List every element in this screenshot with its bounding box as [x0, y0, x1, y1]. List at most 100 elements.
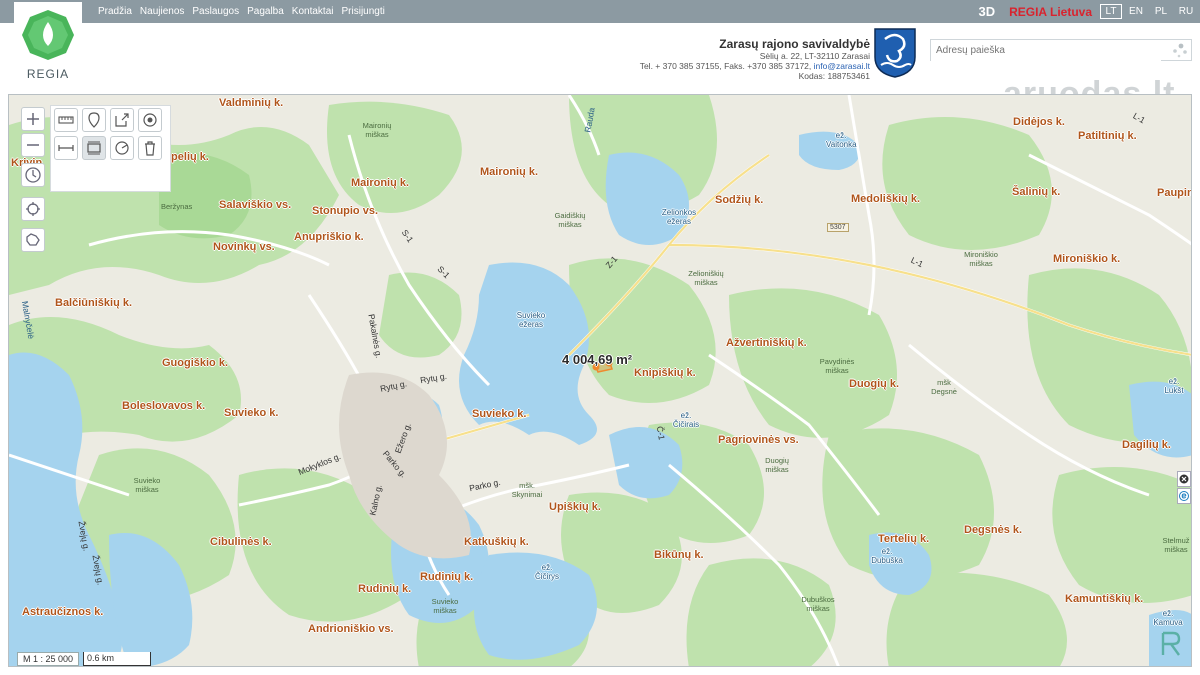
village-label: Tertelių k. — [878, 533, 930, 545]
village-label: Balčiūniškių k. — [55, 297, 133, 309]
line-measure-icon — [58, 145, 74, 151]
village-label: Upiškių k. — [549, 501, 601, 513]
village-label: Dagilių k. — [1122, 439, 1171, 451]
village-label: Rudinių k. — [420, 571, 474, 583]
forest-label: Dubuškos miškas — [801, 595, 835, 613]
water-label: Zelionkos ežeras — [661, 208, 697, 226]
language-en[interactable]: EN — [1125, 6, 1147, 17]
village-label: Suvieko k. — [472, 408, 527, 420]
water-label: Suvieko ežeras — [516, 311, 546, 329]
village-label: Anupriškio k. — [294, 231, 364, 243]
nav-link-news[interactable]: Naujienos — [140, 6, 184, 17]
pin-icon — [88, 112, 100, 128]
regia-logo-text: REGIA — [26, 67, 70, 81]
close-panel-button[interactable] — [1177, 471, 1191, 487]
minus-icon — [27, 144, 39, 146]
point-tool[interactable] — [138, 108, 162, 132]
municipality-name: Zarasų rajono savivaldybė — [719, 37, 870, 51]
export-icon — [115, 113, 129, 127]
radius-measure-tool[interactable] — [110, 136, 134, 160]
forest-label: mšk Degsnė — [931, 378, 957, 396]
info-panel-button[interactable] — [1177, 488, 1191, 504]
nav-link-contacts[interactable]: Kontaktai — [292, 6, 334, 17]
scale-ratio: M 1 : 25 000 — [17, 652, 80, 666]
trash-icon — [145, 141, 155, 156]
village-label: Astraučiznos k. — [22, 606, 104, 618]
address-search-input[interactable] — [931, 40, 1161, 61]
forest-label: Maironių miškas — [362, 121, 392, 139]
village-label: Boleslovavos k. — [122, 400, 206, 412]
header: Zarasų rajono savivaldybė Sėlių a. 22, L… — [0, 23, 1200, 113]
water-label: ež. Kamuva — [1153, 609, 1183, 627]
village-label: Sodžių k. — [715, 194, 764, 206]
measure-tool-panel — [50, 105, 171, 192]
water-label: ež. Dubuška — [871, 547, 903, 565]
village-label: Paupin — [1157, 187, 1192, 199]
area-measure-icon — [87, 141, 101, 155]
nav-link-help[interactable]: Pagalba — [247, 6, 284, 17]
view-3d-button[interactable]: 3D — [978, 4, 995, 19]
village-label: Mironiškio k. — [1053, 253, 1121, 265]
village-label: Valdminių k. — [219, 97, 284, 109]
village-label: Ažvertiniškių k. — [726, 337, 807, 349]
region-select-button[interactable] — [21, 228, 45, 252]
forest-label: Suvieko miškas — [431, 597, 459, 615]
nav-link-login[interactable]: Prisijungti — [342, 6, 385, 17]
target-icon — [143, 113, 157, 127]
language-ru[interactable]: RU — [1175, 6, 1197, 17]
map-canvas[interactable]: Valdminių k. Krivin Pupelių k. Maironių … — [8, 94, 1192, 667]
zoom-out-button[interactable] — [21, 133, 45, 157]
region-icon — [26, 233, 40, 246]
top-right-controls: 3D REGIA Lietuva LT EN PL RU — [978, 0, 1200, 23]
forest-label: Duogių miškas — [765, 456, 789, 474]
water-label: ež. Čičirys — [535, 563, 559, 581]
municipality-info: Zarasų rajono savivaldybė Sėlių a. 22, L… — [640, 37, 870, 81]
municipality-code: Kodas: 188753461 — [798, 71, 870, 81]
delete-measure-tool[interactable] — [138, 136, 162, 160]
village-label: Maironių k. — [480, 166, 539, 178]
line-measure-tool[interactable] — [54, 136, 78, 160]
village-label: Duogių k. — [849, 378, 900, 390]
village-label: Cibulinės k. — [210, 536, 272, 548]
water-label: ež. Vaitonka — [826, 131, 857, 149]
export-tool[interactable] — [110, 108, 134, 132]
water-label: ež. Čičirais — [672, 411, 700, 429]
village-label: Rudinių k. — [358, 583, 412, 595]
village-label: Bikūnų k. — [654, 549, 704, 561]
area-measurement-label: 4 004,69 m² — [562, 352, 633, 367]
nav-link-home[interactable]: Pradžia — [98, 6, 132, 17]
village-label: Guogiškio k. — [162, 357, 229, 369]
measure-distance-tool[interactable] — [54, 108, 78, 132]
clock-icon — [25, 167, 41, 183]
zoom-in-button[interactable] — [21, 107, 45, 131]
municipality-email-link[interactable]: info@zarasai.lt — [814, 61, 870, 71]
village-label: Andrioniškio vs. — [308, 623, 394, 635]
forest-label: Gaidiškių miškas — [554, 211, 586, 229]
regia-lietuva-link[interactable]: REGIA Lietuva — [1009, 5, 1092, 19]
place-marker-tool[interactable] — [82, 108, 106, 132]
village-label: Didėjos k. — [1013, 116, 1065, 128]
history-button[interactable] — [21, 163, 45, 187]
forest-label: Zelioniškių miškas — [688, 269, 724, 287]
search-dots-icon — [1173, 43, 1187, 58]
locate-button[interactable] — [21, 197, 45, 221]
village-label: Medoliškių k. — [851, 193, 921, 205]
top-nav: Pradžia Naujienos Paslaugos Pagalba Kont… — [98, 0, 385, 23]
info-e-icon — [1179, 491, 1189, 501]
nav-link-services[interactable]: Paslaugos — [192, 6, 239, 17]
regia-logo[interactable]: REGIA — [14, 2, 82, 90]
close-icon — [1179, 474, 1189, 484]
village-label: Maironių k. — [351, 177, 410, 189]
coat-of-arms-icon — [874, 28, 916, 78]
village-label: Pagriovinės vs. — [718, 434, 799, 446]
plus-icon — [27, 113, 39, 125]
language-lt[interactable]: LT — [1100, 4, 1122, 19]
regia-corner-mark-icon — [1161, 631, 1181, 656]
scale-bar: M 1 : 25 000 0.6 km — [17, 652, 152, 666]
forest-label: Suvieko miškas — [133, 476, 161, 494]
area-measure-tool[interactable] — [82, 136, 106, 160]
language-pl[interactable]: PL — [1150, 6, 1172, 17]
municipality-contacts: Tel. + 370 385 37155, Faks. +370 385 371… — [640, 61, 870, 71]
municipality-address: Sėlių a. 22, LT-32110 Zarasai — [759, 51, 870, 61]
address-search — [930, 39, 1192, 61]
